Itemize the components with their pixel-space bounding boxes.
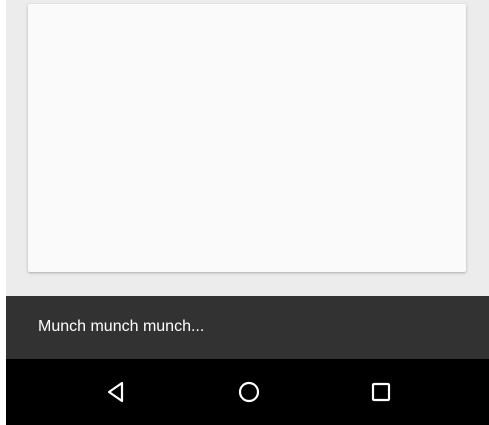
snackbar-message: Munch munch munch... bbox=[38, 318, 205, 335]
navigation-bar bbox=[6, 359, 489, 425]
snackbar: Munch munch munch... bbox=[6, 296, 489, 359]
content-card bbox=[28, 4, 466, 272]
recents-square-icon bbox=[371, 382, 391, 402]
home-circle-icon bbox=[238, 381, 260, 403]
back-button[interactable] bbox=[93, 369, 139, 415]
home-button[interactable] bbox=[226, 369, 272, 415]
phone-screen: Munch munch munch... bbox=[6, 0, 489, 425]
content-area bbox=[6, 0, 489, 296]
recents-button[interactable] bbox=[358, 369, 404, 415]
back-triangle-icon bbox=[107, 381, 124, 403]
